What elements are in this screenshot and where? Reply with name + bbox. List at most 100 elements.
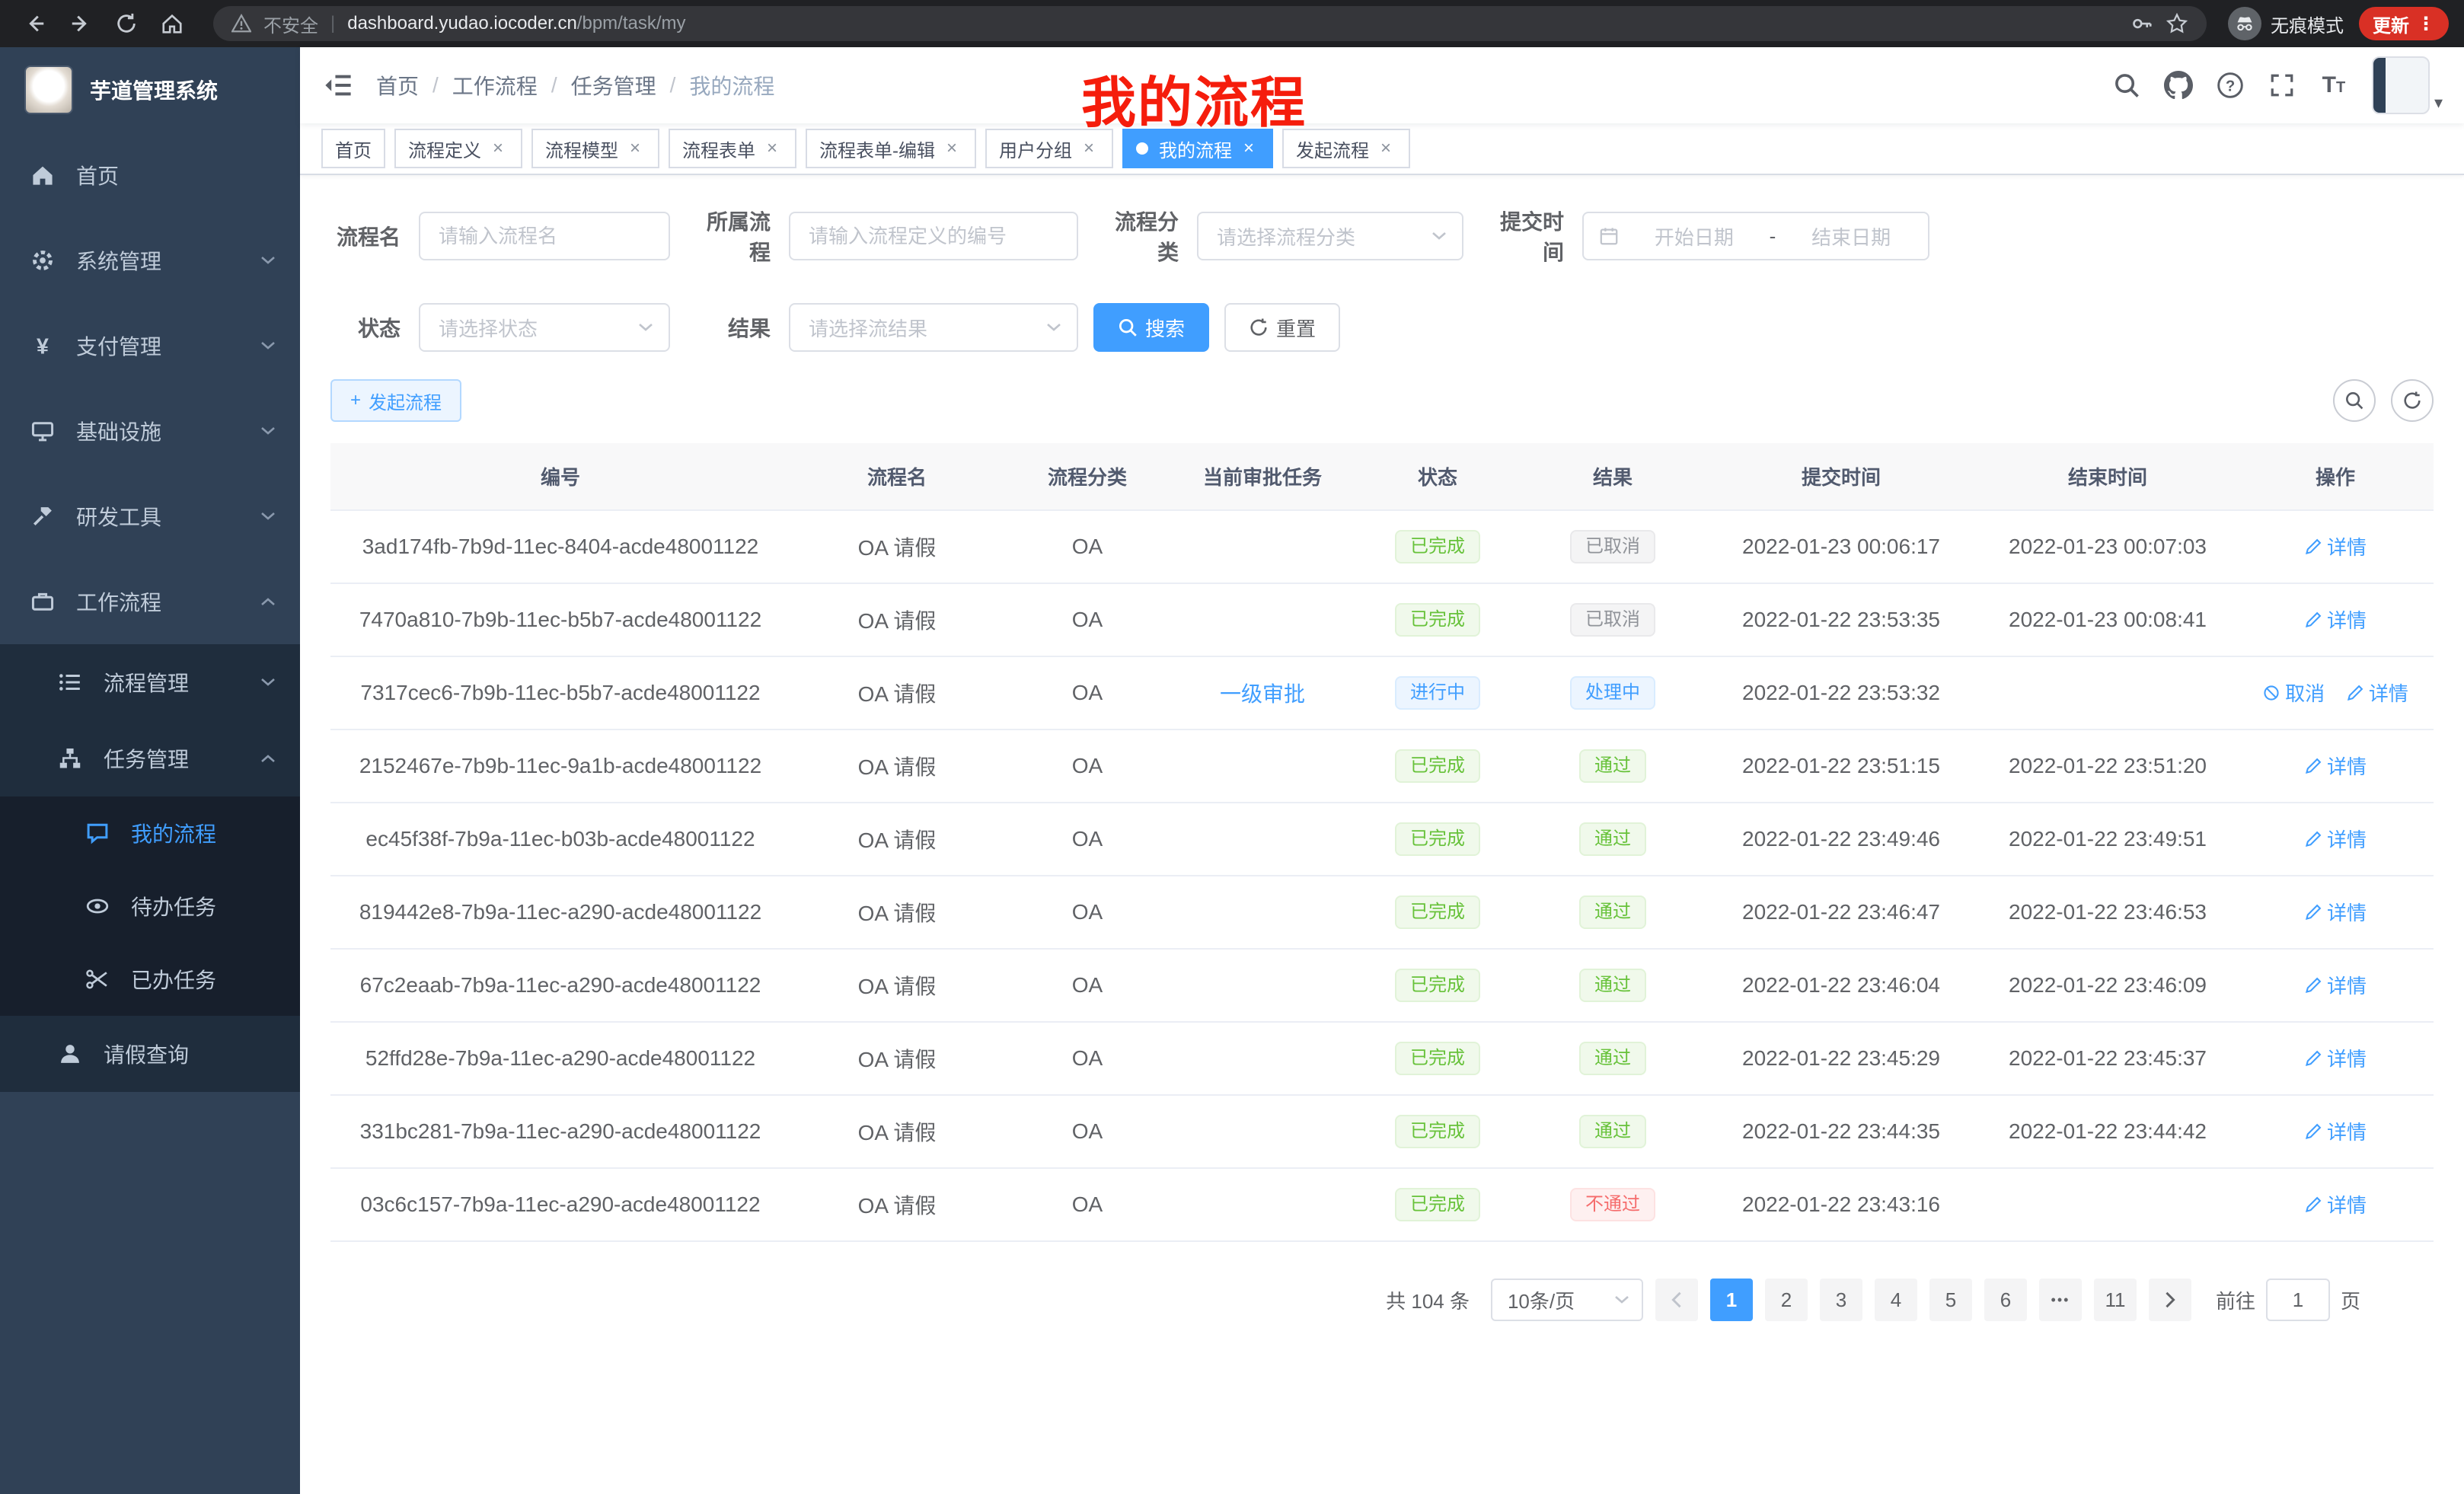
browser-home-button[interactable] xyxy=(152,4,192,43)
more-pages-button[interactable]: ••• xyxy=(2039,1279,2082,1321)
page-url[interactable]: dashboard.yudao.iocoder.cn/bpm/task/my xyxy=(347,13,685,34)
sidebar-item-system[interactable]: 系统管理 xyxy=(0,218,300,303)
detail-link[interactable]: 详情 xyxy=(2304,1190,2367,1218)
toggle-search-icon[interactable] xyxy=(2333,379,2376,422)
next-page-button[interactable] xyxy=(2149,1279,2191,1321)
fullscreen-icon[interactable] xyxy=(2256,47,2308,123)
password-key-icon[interactable] xyxy=(2130,12,2153,35)
detail-link[interactable]: 详情 xyxy=(2346,678,2408,707)
tab-process-form-edit[interactable]: 流程表单-编辑× xyxy=(806,129,976,168)
refresh-icon[interactable] xyxy=(2391,379,2434,422)
sidebar-item-payment[interactable]: ¥ 支付管理 xyxy=(0,303,300,388)
detail-link[interactable]: 详情 xyxy=(2304,971,2367,999)
detail-link[interactable]: 详情 xyxy=(2304,1117,2367,1145)
detail-link[interactable]: 详情 xyxy=(2304,752,2367,780)
page-button[interactable]: 1 xyxy=(1710,1279,1753,1321)
address-bar[interactable]: 不安全 | dashboard.yudao.iocoder.cn/bpm/tas… xyxy=(213,6,2207,41)
close-icon[interactable]: × xyxy=(1238,138,1259,159)
prev-page-button[interactable] xyxy=(1655,1279,1698,1321)
user-avatar[interactable]: ▾ xyxy=(2372,56,2443,114)
sidebar-item-pending-tasks[interactable]: 待办任务 xyxy=(0,870,300,943)
result-tag: 通过 xyxy=(1579,822,1646,856)
sidebar-item-leave-query[interactable]: 请假查询 xyxy=(0,1016,300,1092)
security-warning-icon[interactable] xyxy=(231,14,251,34)
category-select[interactable]: 请选择流程分类 xyxy=(1197,212,1463,260)
cell-current-task xyxy=(1171,510,1354,583)
status-select[interactable]: 请选择状态 xyxy=(419,303,670,352)
sidebar-item-label: 请假查询 xyxy=(104,1039,189,1069)
sidebar-item-infrastructure[interactable]: 基础设施 xyxy=(0,388,300,474)
detail-link[interactable]: 详情 xyxy=(2304,532,2367,560)
browser-back-button[interactable] xyxy=(15,4,55,43)
chevron-up-icon xyxy=(260,754,276,763)
tab-process-model[interactable]: 流程模型× xyxy=(531,129,659,168)
detail-link[interactable]: 详情 xyxy=(2304,605,2367,634)
tab-start-process[interactable]: 发起流程× xyxy=(1282,129,1410,168)
page-button[interactable]: 3 xyxy=(1820,1279,1862,1321)
browser-forward-button[interactable] xyxy=(61,4,101,43)
detail-link[interactable]: 详情 xyxy=(2304,898,2367,926)
sidebar-item-workflow[interactable]: 工作流程 xyxy=(0,559,300,644)
sidebar-item-my-processes[interactable]: 我的流程 xyxy=(0,796,300,870)
cell-end-time: 2022-01-22 23:46:53 xyxy=(1978,876,2237,949)
tools-icon xyxy=(30,504,55,528)
page-button[interactable]: 2 xyxy=(1765,1279,1808,1321)
avatar-image xyxy=(2372,56,2430,114)
cell-submit-time: 2022-01-22 23:44:35 xyxy=(1704,1095,1978,1168)
process-name-input[interactable] xyxy=(419,212,670,260)
tab-user-group[interactable]: 用户分组× xyxy=(985,129,1113,168)
table-row: 7317cec6-7b9b-11ec-b5b7-acde48001122 OA … xyxy=(330,656,2434,729)
detail-link[interactable]: 详情 xyxy=(2304,825,2367,853)
cell-id: 7470a810-7b9b-11ec-b5b7-acde48001122 xyxy=(330,583,790,656)
close-icon[interactable]: × xyxy=(761,138,783,159)
sidebar-item-dev-tools[interactable]: 研发工具 xyxy=(0,474,300,559)
submit-time-range-picker[interactable]: 开始日期 - 结束日期 xyxy=(1582,212,1929,260)
sidebar-item-task-management[interactable]: 任务管理 xyxy=(0,720,300,796)
search-icon[interactable] xyxy=(2101,47,2153,123)
bookmark-star-icon[interactable] xyxy=(2166,12,2188,35)
reset-button[interactable]: 重置 xyxy=(1224,303,1340,352)
breadcrumb-item[interactable]: 首页 xyxy=(376,70,419,101)
tab-home[interactable]: 首页 xyxy=(321,129,385,168)
browser-update-button[interactable]: 更新 ⋮ xyxy=(2359,7,2449,40)
breadcrumb-item[interactable]: 任务管理 xyxy=(571,70,656,101)
page-size-select[interactable]: 10条/页 xyxy=(1491,1279,1643,1321)
sidebar-fold-icon[interactable] xyxy=(300,47,376,123)
detail-link[interactable]: 详情 xyxy=(2304,1044,2367,1072)
result-select[interactable]: 请选择流结果 xyxy=(789,303,1078,352)
close-icon[interactable]: × xyxy=(487,138,509,159)
start-process-button[interactable]: + 发起流程 xyxy=(330,379,461,422)
sidebar-item-label: 任务管理 xyxy=(104,743,189,774)
page-button[interactable]: 11 xyxy=(2094,1279,2137,1321)
incognito-label: 无痕模式 xyxy=(2271,11,2344,37)
cell-id: 67c2eaab-7b9a-11ec-a290-acde48001122 xyxy=(330,949,790,1022)
sidebar-item-process-management[interactable]: 流程管理 xyxy=(0,644,300,720)
app-logo[interactable]: 芋道管理系统 xyxy=(0,47,300,132)
goto-page-input[interactable] xyxy=(2266,1279,2330,1321)
breadcrumb-item[interactable]: 工作流程 xyxy=(452,70,538,101)
browser-reload-button[interactable] xyxy=(107,4,146,43)
cell-name: OA 请假 xyxy=(790,1022,1004,1095)
security-label[interactable]: 不安全 xyxy=(263,11,318,37)
process-def-input[interactable] xyxy=(789,212,1078,260)
page-button[interactable]: 6 xyxy=(1984,1279,2027,1321)
tab-process-form[interactable]: 流程表单× xyxy=(669,129,796,168)
status-tag: 已完成 xyxy=(1395,895,1480,929)
page-button[interactable]: 4 xyxy=(1875,1279,1917,1321)
close-icon[interactable]: × xyxy=(624,138,646,159)
close-icon[interactable]: × xyxy=(1375,138,1396,159)
sidebar-item-home[interactable]: 首页 xyxy=(0,132,300,218)
sidebar-item-done-tasks[interactable]: 已办任务 xyxy=(0,943,300,1016)
close-icon[interactable]: × xyxy=(1078,138,1100,159)
column-header: 流程分类 xyxy=(1004,443,1171,510)
font-size-icon[interactable]: TT xyxy=(2308,47,2360,123)
github-icon[interactable] xyxy=(2153,47,2204,123)
tab-my-processes[interactable]: 我的流程× xyxy=(1122,129,1273,168)
question-icon[interactable]: ? xyxy=(2204,47,2256,123)
search-button[interactable]: 搜索 xyxy=(1093,303,1209,352)
cancel-link[interactable]: 取消 xyxy=(2262,678,2325,707)
current-task-link[interactable]: 一级审批 xyxy=(1220,682,1305,706)
close-icon[interactable]: × xyxy=(941,138,962,159)
page-button[interactable]: 5 xyxy=(1929,1279,1972,1321)
tab-process-definition[interactable]: 流程定义× xyxy=(394,129,522,168)
